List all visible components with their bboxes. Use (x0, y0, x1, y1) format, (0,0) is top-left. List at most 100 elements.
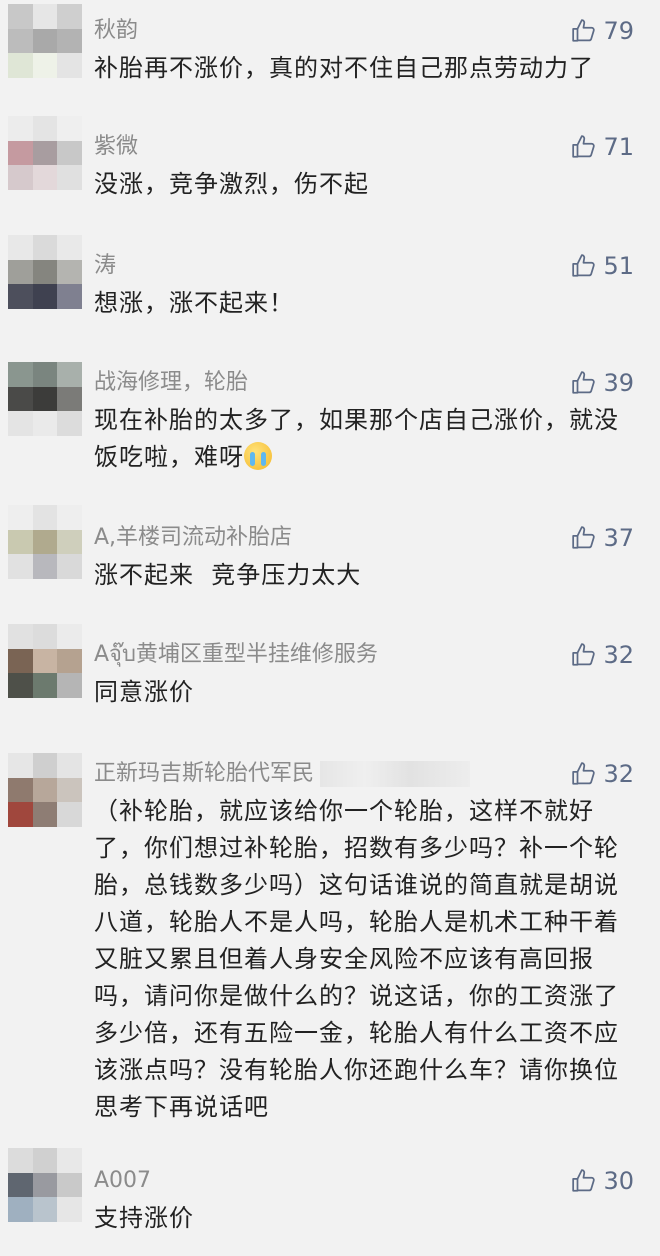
comment-author[interactable]: 正新玛吉斯轮胎代军民 (94, 757, 471, 791)
avatar-tile (8, 554, 33, 579)
comment-text: 同意涨价 (94, 678, 194, 706)
comment-author-label: 正新玛吉斯轮胎代军民 (94, 761, 315, 786)
avatar-tile (8, 284, 33, 309)
avatar-tile (57, 259, 82, 285)
avatar-tile (32, 1197, 58, 1222)
avatar-tile (8, 53, 33, 78)
avatar-tile (57, 165, 82, 190)
like-count: 32 (603, 641, 634, 669)
avatar-tile (57, 1172, 82, 1198)
comment-author[interactable]: 秋韵 (94, 14, 138, 48)
avatar-tile (32, 140, 58, 166)
avatar-tile (8, 802, 33, 827)
avatar-tile (8, 777, 33, 803)
comment-list: 秋韵 79 补胎再不涨价，真的对不住自己那点劳动力了 紫微 71 没涨，竞争激烈… (0, 0, 660, 1256)
avatar-tile (8, 673, 33, 698)
comment-text: 没涨，竞争激烈，伤不起 (94, 170, 369, 198)
avatar-tile (32, 362, 58, 387)
avatar-tile (32, 753, 58, 778)
avatar-tile (57, 777, 82, 803)
avatar-tile (57, 673, 82, 698)
avatar-tile (32, 529, 58, 555)
avatar-tile (8, 140, 33, 166)
avatar[interactable] (8, 753, 82, 827)
like-button[interactable]: 51 (571, 249, 634, 283)
avatar-tile (57, 235, 82, 260)
like-count: 71 (603, 133, 634, 161)
avatar-tile (32, 777, 58, 803)
avatar[interactable] (8, 116, 82, 190)
like-button[interactable]: 32 (571, 638, 634, 672)
crying-face-icon (244, 442, 272, 470)
avatar-tile (8, 753, 33, 778)
avatar-tile (8, 624, 33, 649)
avatar-tile (8, 165, 33, 190)
avatar-tile (32, 554, 58, 579)
avatar-tile (57, 284, 82, 309)
avatar-tile (32, 235, 58, 260)
avatar-tile (57, 386, 82, 412)
thumbs-up-icon (572, 1169, 596, 1192)
like-count: 39 (603, 369, 634, 397)
comment-text: 想涨，涨不起来！ (94, 289, 294, 317)
thumbs-up-icon (572, 643, 596, 666)
avatar[interactable] (8, 4, 82, 78)
avatar-tile (8, 4, 33, 29)
avatar-tile (57, 1148, 82, 1173)
avatar[interactable] (8, 505, 82, 579)
avatar-tile (57, 28, 82, 54)
avatar-tile (32, 259, 58, 285)
comment-author[interactable]: 涛 (94, 249, 116, 283)
avatar-tile (32, 28, 58, 54)
avatar-tile (32, 53, 58, 78)
comment-author[interactable]: 紫微 (94, 130, 138, 164)
comment-text: （补轮胎，就应该给你一个轮胎，这样不就好了，你们想过补轮胎，招数有多少吗？补一个… (94, 797, 619, 1121)
like-button[interactable]: 79 (571, 14, 634, 48)
comment-author[interactable]: A007 (94, 1164, 151, 1198)
avatar-tile (57, 1197, 82, 1222)
avatar-tile (8, 259, 33, 285)
avatar-tile (57, 624, 82, 649)
thumbs-up-icon (572, 19, 596, 42)
comment-author[interactable]: 战海修理，轮胎 (94, 366, 248, 400)
like-button[interactable]: 71 (571, 130, 634, 164)
avatar-tile (8, 362, 33, 387)
avatar-tile (8, 1172, 33, 1198)
thumbs-up-icon (572, 371, 596, 394)
like-button[interactable]: 32 (571, 757, 634, 791)
avatar-tile (32, 411, 58, 436)
avatar-tile (8, 648, 33, 674)
like-button[interactable]: 30 (571, 1164, 634, 1198)
avatar-tile (32, 1172, 58, 1198)
thumbs-up-icon (572, 135, 596, 158)
like-button[interactable]: 39 (571, 366, 634, 400)
avatar-tile (32, 386, 58, 412)
comment-author[interactable]: A,羊楼司流动补胎店 (94, 521, 292, 555)
avatar-tile (57, 505, 82, 530)
comment-author[interactable]: Aจุ๊บ黄埔区重型半挂维修服务 (94, 638, 378, 672)
like-count: 51 (603, 252, 634, 280)
comment-text: 支持涨价 (94, 1204, 194, 1232)
avatar-tile (57, 802, 82, 827)
like-count: 37 (603, 524, 634, 552)
avatar-tile (8, 235, 33, 260)
avatar-tile (32, 4, 58, 29)
avatar-tile (57, 4, 82, 29)
avatar[interactable] (8, 362, 82, 436)
avatar[interactable] (8, 1148, 82, 1222)
avatar-tile (8, 1197, 33, 1222)
avatar[interactable] (8, 624, 82, 698)
like-button[interactable]: 37 (571, 521, 634, 555)
avatar-tile (8, 386, 33, 412)
thumbs-up-icon (572, 762, 596, 785)
avatar-tile (57, 116, 82, 141)
avatar-tile (57, 140, 82, 166)
avatar-tile (32, 116, 58, 141)
avatar-tile (57, 529, 82, 555)
avatar-tile (57, 648, 82, 674)
like-count: 30 (603, 1167, 634, 1195)
avatar[interactable] (8, 235, 82, 309)
comment-text: 涨不起来 竞争压力太大 (94, 561, 362, 589)
avatar-tile (8, 1148, 33, 1173)
like-count: 79 (603, 17, 634, 45)
